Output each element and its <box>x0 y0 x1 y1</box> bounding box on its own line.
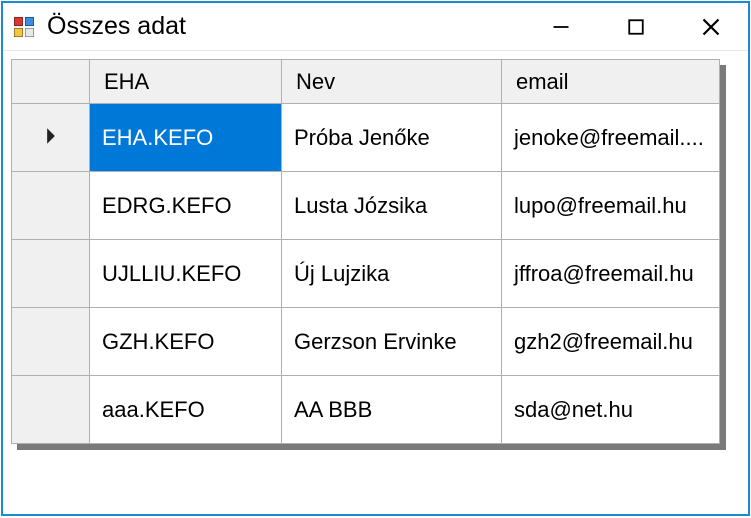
minimize-button[interactable] <box>523 3 598 50</box>
window-frame: Összes adat <box>1 1 750 516</box>
cell-nev[interactable]: Próba Jenőke <box>282 104 502 172</box>
cell-nev[interactable]: Gerzson Ervinke <box>282 308 502 376</box>
row-header[interactable] <box>12 376 90 444</box>
table-row[interactable]: GZH.KEFO Gerzson Ervinke gzh2@freemail.h… <box>12 308 720 376</box>
table-row[interactable]: aaa.KEFO AA BBB sda@net.hu <box>12 376 720 444</box>
cell-nev[interactable]: Új Lujzika <box>282 240 502 308</box>
row-header[interactable] <box>12 240 90 308</box>
column-header-eha[interactable]: EHA <box>90 60 282 104</box>
cell-eha[interactable]: EHA.KEFO <box>90 104 282 172</box>
cell-eha[interactable]: UJLLIU.KEFO <box>90 240 282 308</box>
column-header-email[interactable]: email <box>502 60 720 104</box>
row-header[interactable] <box>12 172 90 240</box>
cell-email[interactable]: lupo@freemail.hu <box>502 172 720 240</box>
cell-email[interactable]: jffroa@freemail.hu <box>502 240 720 308</box>
close-icon <box>701 17 721 37</box>
table-row[interactable]: EDRG.KEFO Lusta Józsika lupo@freemail.hu <box>12 172 720 240</box>
table-row[interactable]: EHA.KEFO Próba Jenőke jenoke@freemail...… <box>12 104 720 172</box>
cell-eha[interactable]: EDRG.KEFO <box>90 172 282 240</box>
row-header-corner[interactable] <box>12 60 90 104</box>
close-button[interactable] <box>673 3 748 50</box>
window-title: Összes adat <box>47 12 523 41</box>
maximize-button[interactable] <box>598 3 673 50</box>
maximize-icon <box>627 18 645 36</box>
current-row-indicator-icon <box>44 125 58 151</box>
row-header[interactable] <box>12 104 90 172</box>
row-header[interactable] <box>12 308 90 376</box>
cell-email[interactable]: jenoke@freemail.... <box>502 104 720 172</box>
app-icon <box>13 16 35 38</box>
window-controls <box>523 3 748 50</box>
minimize-icon <box>552 18 570 36</box>
cell-eha[interactable]: aaa.KEFO <box>90 376 282 444</box>
titlebar[interactable]: Összes adat <box>3 3 748 51</box>
cell-email[interactable]: sda@net.hu <box>502 376 720 444</box>
header-row: EHA Nev email <box>12 60 720 104</box>
cell-nev[interactable]: AA BBB <box>282 376 502 444</box>
cell-email[interactable]: gzh2@freemail.hu <box>502 308 720 376</box>
client-area: EHA Nev email EHA.KEFO Próba Jenőke <box>3 51 748 514</box>
column-header-nev[interactable]: Nev <box>282 60 502 104</box>
cell-nev[interactable]: Lusta Józsika <box>282 172 502 240</box>
table-row[interactable]: UJLLIU.KEFO Új Lujzika jffroa@freemail.h… <box>12 240 720 308</box>
datagrid-container: EHA Nev email EHA.KEFO Próba Jenőke <box>11 59 719 444</box>
cell-eha[interactable]: GZH.KEFO <box>90 308 282 376</box>
datagrid[interactable]: EHA Nev email EHA.KEFO Próba Jenőke <box>11 59 720 444</box>
